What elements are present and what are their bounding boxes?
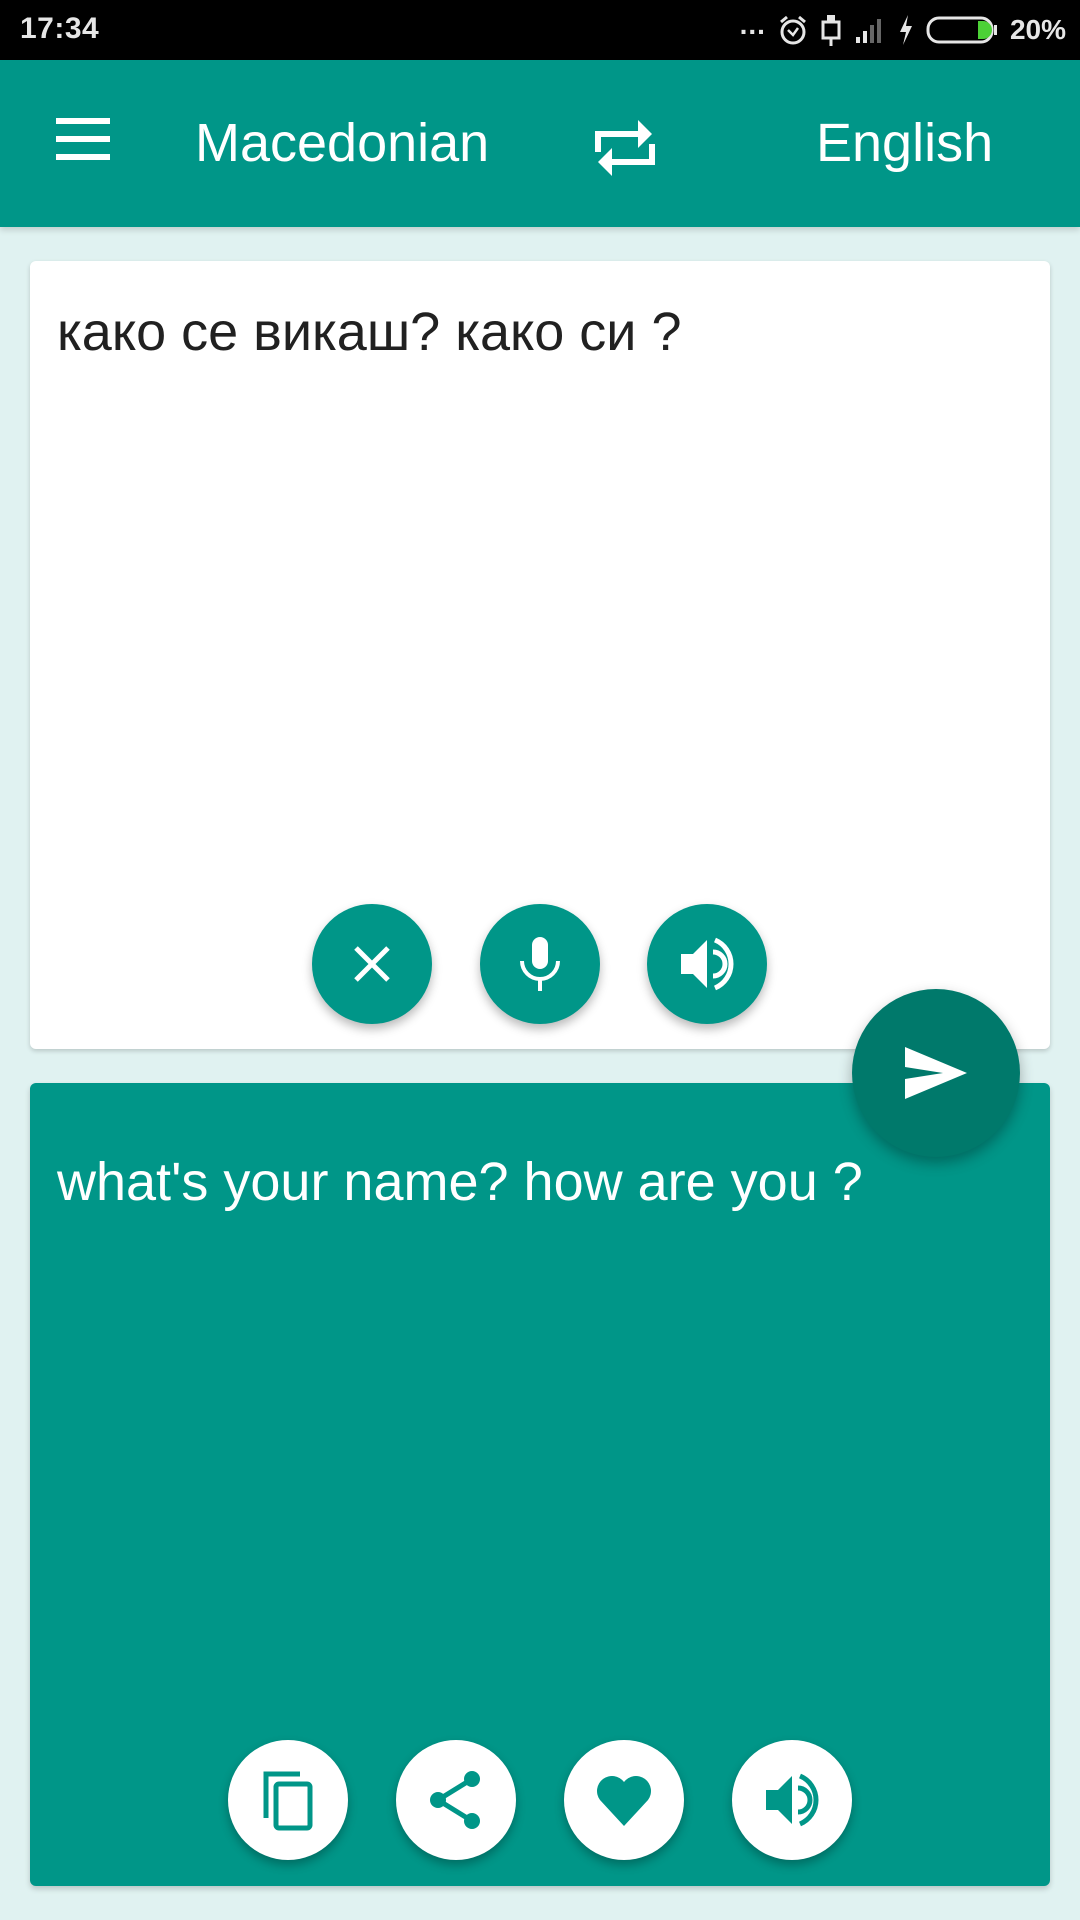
battery-icon bbox=[926, 16, 997, 44]
translate-button[interactable] bbox=[852, 989, 1020, 1157]
copy-button[interactable] bbox=[228, 1740, 348, 1860]
translation-text: what's your name? how are you ? bbox=[57, 1152, 863, 1212]
favorite-button[interactable] bbox=[564, 1740, 684, 1860]
source-text-card: како се викаш? како си ? bbox=[30, 261, 1050, 1049]
status-bar: 17:34 ... 20% bbox=[0, 0, 1080, 60]
charging-icon bbox=[899, 15, 912, 45]
copy-icon bbox=[263, 1771, 313, 1831]
clear-button[interactable] bbox=[312, 904, 432, 1024]
voice-input-button[interactable] bbox=[480, 904, 600, 1024]
heart-icon bbox=[597, 1776, 651, 1826]
battery-percent: 20% bbox=[1009, 14, 1066, 45]
speak-source-button[interactable] bbox=[647, 904, 767, 1024]
alarm-icon bbox=[779, 15, 806, 45]
usb-icon bbox=[821, 15, 841, 46]
speaker-icon bbox=[766, 1773, 819, 1827]
status-icons: ... 20% bbox=[739, 9, 1066, 50]
target-language-selector[interactable]: English bbox=[816, 112, 993, 174]
send-icon bbox=[905, 1047, 967, 1099]
share-button[interactable] bbox=[396, 1740, 516, 1860]
share-icon bbox=[430, 1771, 480, 1829]
more-notifications-indicator: ... bbox=[739, 9, 766, 40]
swap-languages-icon bbox=[595, 120, 655, 176]
menu-button[interactable] bbox=[52, 116, 112, 166]
translation-card: what's your name? how are you ? bbox=[30, 1083, 1050, 1886]
source-language-selector[interactable]: Macedonian bbox=[195, 112, 489, 174]
microphone-icon bbox=[520, 937, 560, 991]
swap-languages-button[interactable] bbox=[590, 112, 660, 184]
status-time: 17:34 bbox=[20, 12, 100, 45]
signal-icon bbox=[855, 19, 881, 43]
speaker-icon bbox=[681, 937, 734, 991]
close-icon bbox=[354, 946, 390, 982]
app-bar: Macedonian English bbox=[0, 60, 1080, 227]
speak-translation-button[interactable] bbox=[732, 1740, 852, 1860]
source-text-input[interactable]: како се викаш? како си ? bbox=[57, 301, 682, 363]
